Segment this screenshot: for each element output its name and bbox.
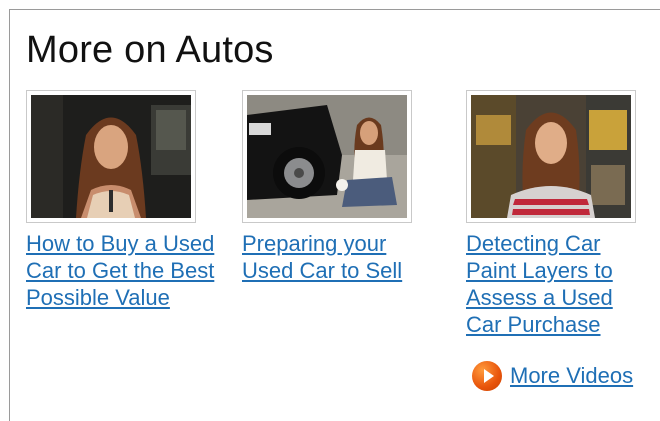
video-card-2: Preparing your Used Car to Sell xyxy=(242,90,442,284)
video-link-3[interactable]: Detecting Car Paint Layers to Assess a U… xyxy=(466,230,636,338)
more-videos-link[interactable]: More Videos xyxy=(472,361,633,391)
video-card-1: How to Buy a Used Car to Get the Best Po… xyxy=(26,90,226,311)
video-link-1[interactable]: How to Buy a Used Car to Get the Best Po… xyxy=(26,230,216,311)
woman-kneeling-by-car-wheel-thumbnail xyxy=(247,95,407,218)
woman-presenter-thumbnail xyxy=(31,95,191,218)
video-thumbnail-1[interactable] xyxy=(26,90,196,223)
more-videos-label[interactable]: More Videos xyxy=(510,363,633,389)
section-title: More on Autos xyxy=(26,29,274,71)
woman-in-garage-thumbnail xyxy=(471,95,631,218)
video-thumbnail-3[interactable] xyxy=(466,90,636,223)
video-card-3: Detecting Car Paint Layers to Assess a U… xyxy=(466,90,660,338)
play-circle-icon[interactable] xyxy=(472,361,502,391)
video-link-2[interactable]: Preparing your Used Car to Sell xyxy=(242,230,422,284)
video-thumbnail-2[interactable] xyxy=(242,90,412,223)
